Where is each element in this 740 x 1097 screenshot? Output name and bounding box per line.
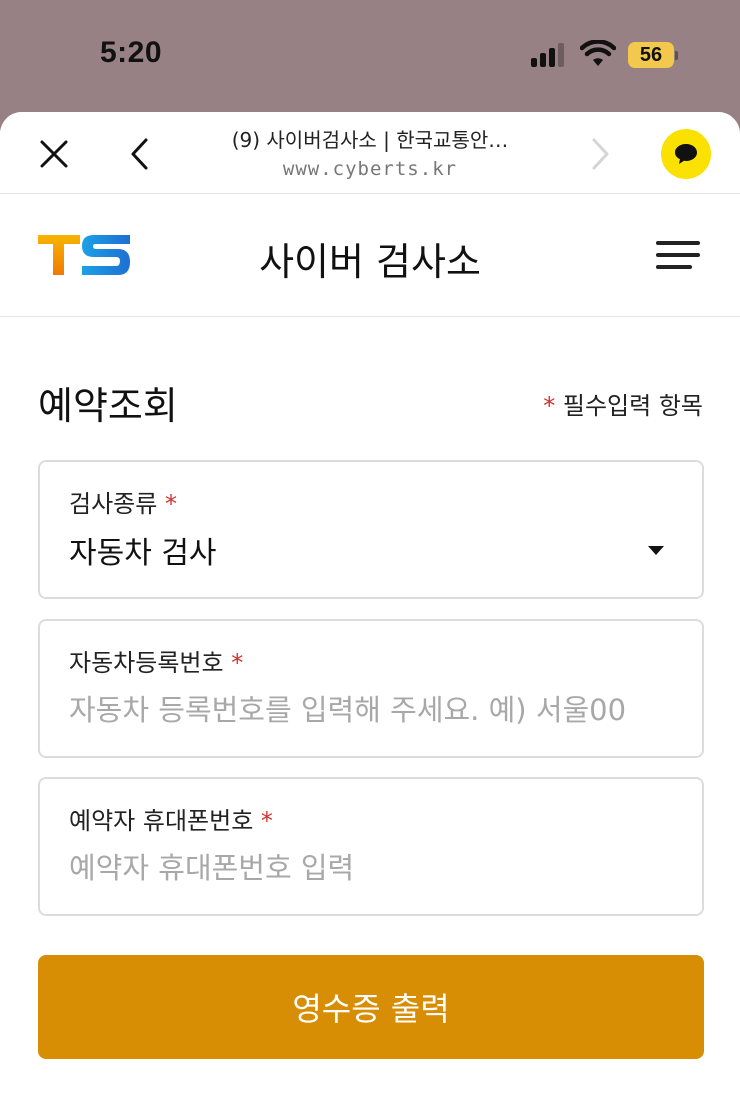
required-star: * <box>260 807 273 835</box>
chevron-left-icon[interactable] <box>122 134 158 174</box>
browser-url[interactable]: www.cyberts.kr <box>175 158 565 180</box>
wifi-icon <box>580 40 616 66</box>
chevron-right-icon[interactable] <box>582 134 618 174</box>
inspection-type-value: 자동차 검사 <box>69 536 217 571</box>
vehicle-number-input[interactable]: 자동차 등록번호를 입력해 주세요. 예) 서울00 <box>69 687 626 729</box>
vehicle-number-label: 자동차등록번호 * <box>69 643 243 678</box>
battery-level: 56 <box>628 42 674 68</box>
phone-number-field[interactable]: 예약자 휴대폰번호 * 예약자 휴대폰번호 입력 <box>38 777 704 916</box>
browser-page-title: (9) 사이버검사소 | 한국교통안… <box>231 128 509 152</box>
status-time: 5:20 <box>100 36 163 69</box>
hamburger-menu-icon[interactable] <box>656 241 704 273</box>
required-star: * <box>231 649 244 677</box>
inspection-type-label-text: 검사종류 <box>69 490 158 518</box>
close-icon[interactable] <box>34 134 74 174</box>
site-header: 사이버 검사소 <box>0 195 740 317</box>
browser-toolbar: (9) 사이버검사소 | 한국교통안… www.cyberts.kr <box>0 112 740 194</box>
battery-icon: 56 <box>628 42 678 68</box>
browser-sheet: (9) 사이버검사소 | 한국교통안… www.cyberts.kr 사이버 검… <box>0 112 740 1097</box>
ts-logo[interactable] <box>36 231 132 279</box>
required-note: * 필수입력 항목 <box>543 386 703 421</box>
site-title: 사이버 검사소 <box>259 240 481 284</box>
required-star: * <box>164 490 177 518</box>
kakao-share-button[interactable] <box>661 129 711 179</box>
vehicle-number-label-text: 자동차등록번호 <box>69 649 224 677</box>
status-bar: 5:20 56 <box>0 0 740 112</box>
required-note-text: 필수입력 항목 <box>562 392 703 420</box>
chat-bubble-icon <box>675 144 697 164</box>
phone-number-label: 예약자 휴대폰번호 * <box>69 801 273 836</box>
vehicle-number-field[interactable]: 자동차등록번호 * 자동차 등록번호를 입력해 주세요. 예) 서울00 <box>38 619 704 758</box>
dropdown-arrow-icon <box>648 546 664 555</box>
phone-number-label-text: 예약자 휴대폰번호 <box>69 807 254 835</box>
inspection-type-select[interactable]: 검사종류 * 자동차 검사 <box>38 460 704 599</box>
phone-number-input[interactable]: 예약자 휴대폰번호 입력 <box>69 845 354 887</box>
inspection-type-label: 검사종류 * <box>69 484 177 519</box>
print-receipt-button[interactable]: 영수증 출력 <box>38 955 704 1059</box>
page-title: 예약조회 <box>38 384 178 428</box>
cellular-signal-icon <box>531 43 567 67</box>
required-star: * <box>543 392 556 420</box>
